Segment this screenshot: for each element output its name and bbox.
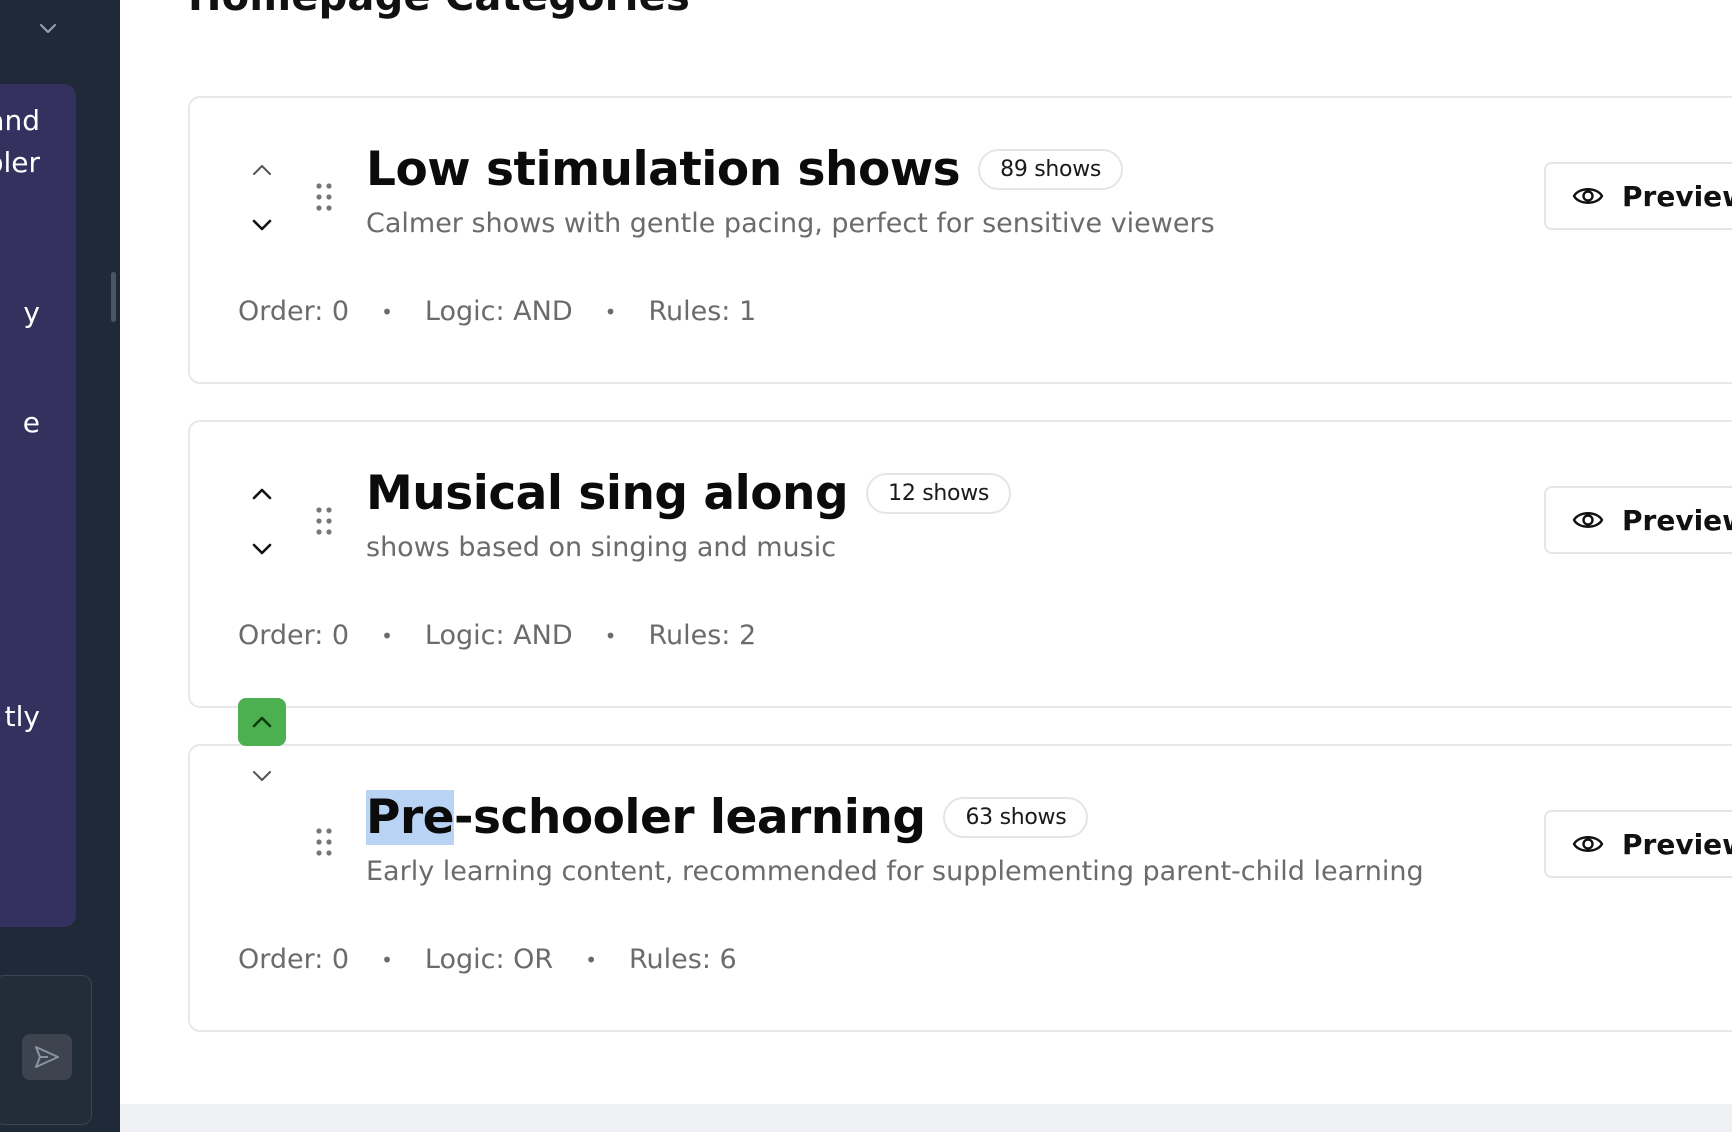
preview-label: Preview bbox=[1622, 827, 1732, 861]
card-title-row: Low stimulation shows 89 shows bbox=[366, 142, 1124, 197]
move-down-button[interactable] bbox=[238, 201, 286, 249]
card-title-row: Pre-schooler learning 63 shows bbox=[366, 790, 1089, 845]
category-card: Musical sing along 12 shows shows based … bbox=[188, 420, 1732, 708]
eye-icon bbox=[1572, 836, 1604, 852]
chat-text: and bbox=[0, 104, 40, 137]
grip-dots-icon[interactable] bbox=[314, 182, 334, 212]
category-title[interactable]: Pre-schooler learning bbox=[366, 790, 926, 845]
order-value: Order: 0 bbox=[238, 296, 350, 327]
move-up-button[interactable] bbox=[238, 470, 286, 518]
separator-dot: • bbox=[381, 299, 393, 324]
chat-text: e bbox=[22, 406, 40, 439]
category-card: Pre-schooler learning 63 shows Early lea… bbox=[188, 698, 1732, 1032]
chat-panel: and bler y e tly bbox=[0, 84, 76, 927]
separator-dot: • bbox=[604, 623, 617, 648]
chat-text: tly bbox=[4, 700, 40, 733]
chevron-down-icon[interactable] bbox=[38, 22, 58, 36]
category-title-text: Low stimulation shows bbox=[366, 142, 961, 197]
chevron-down-icon bbox=[252, 219, 272, 231]
grip-dots-icon[interactable] bbox=[314, 827, 334, 857]
rules-value: Rules: 1 bbox=[648, 296, 757, 327]
show-count-badge: 89 shows bbox=[978, 149, 1124, 190]
show-count-badge: 12 shows bbox=[866, 473, 1012, 514]
separator-dot: • bbox=[585, 947, 597, 972]
chat-composer[interactable] bbox=[0, 975, 92, 1125]
move-down-button[interactable] bbox=[238, 525, 286, 573]
order-value: Order: 0 bbox=[238, 944, 350, 975]
chat-text: bler bbox=[0, 146, 40, 179]
selected-text: Pre bbox=[366, 790, 455, 845]
move-up-button[interactable] bbox=[238, 698, 286, 746]
show-count-badge: 63 shows bbox=[943, 797, 1089, 838]
grip-dots-icon[interactable] bbox=[314, 506, 334, 536]
category-description: Calmer shows with gentle pacing, perfect… bbox=[366, 208, 1215, 239]
separator-dot: • bbox=[604, 299, 617, 324]
main-content: Homepage Categories Low stimulation show… bbox=[120, 0, 1732, 1104]
preview-button[interactable]: Preview bbox=[1544, 162, 1732, 230]
send-button[interactable] bbox=[22, 1034, 72, 1080]
order-value: Order: 0 bbox=[238, 620, 350, 651]
chat-text: y bbox=[23, 296, 40, 329]
chevron-down-icon bbox=[253, 771, 271, 781]
chevron-up-icon bbox=[253, 165, 271, 175]
category-title[interactable]: Musical sing along bbox=[366, 466, 849, 521]
move-up-button[interactable] bbox=[238, 146, 286, 194]
category-meta: Order: 0 • Logic: OR • Rules: 6 bbox=[238, 944, 737, 975]
category-description: Early learning content, recommended for … bbox=[366, 856, 1424, 887]
eye-icon bbox=[1572, 188, 1604, 204]
eye-icon bbox=[1572, 512, 1604, 528]
chevron-down-icon bbox=[252, 543, 272, 555]
preview-button[interactable]: Preview bbox=[1544, 486, 1732, 554]
send-icon bbox=[35, 1046, 59, 1068]
category-description: shows based on singing and music bbox=[366, 532, 837, 563]
rules-value: Rules: 2 bbox=[648, 620, 757, 651]
preview-label: Preview bbox=[1622, 503, 1732, 537]
logic-value: Logic: AND bbox=[424, 296, 573, 327]
category-meta: Order: 0 • Logic: AND • Rules: 1 bbox=[238, 296, 756, 327]
sidebar: and bler y e tly bbox=[0, 0, 120, 1132]
category-meta: Order: 0 • Logic: AND • Rules: 2 bbox=[238, 620, 756, 651]
category-title[interactable]: Low stimulation shows bbox=[366, 142, 961, 197]
rules-value: Rules: 6 bbox=[628, 944, 737, 975]
logic-value: Logic: OR bbox=[424, 944, 554, 975]
resize-handle[interactable] bbox=[111, 272, 116, 322]
category-title-text: Musical sing along bbox=[366, 466, 849, 521]
preview-button[interactable]: Preview bbox=[1544, 810, 1732, 878]
separator-dot: • bbox=[381, 947, 393, 972]
chevron-up-icon bbox=[252, 488, 272, 500]
move-down-button[interactable] bbox=[238, 752, 286, 800]
logic-value: Logic: AND bbox=[424, 620, 573, 651]
category-title-text: -schooler learning bbox=[454, 790, 926, 845]
card-title-row: Musical sing along 12 shows bbox=[366, 466, 1012, 521]
separator-dot: • bbox=[381, 623, 393, 648]
chevron-up-icon bbox=[252, 716, 272, 728]
category-card: Low stimulation shows 89 shows Calmer sh… bbox=[188, 96, 1732, 384]
preview-label: Preview bbox=[1622, 179, 1732, 213]
page-title: Homepage Categories bbox=[188, 0, 690, 20]
